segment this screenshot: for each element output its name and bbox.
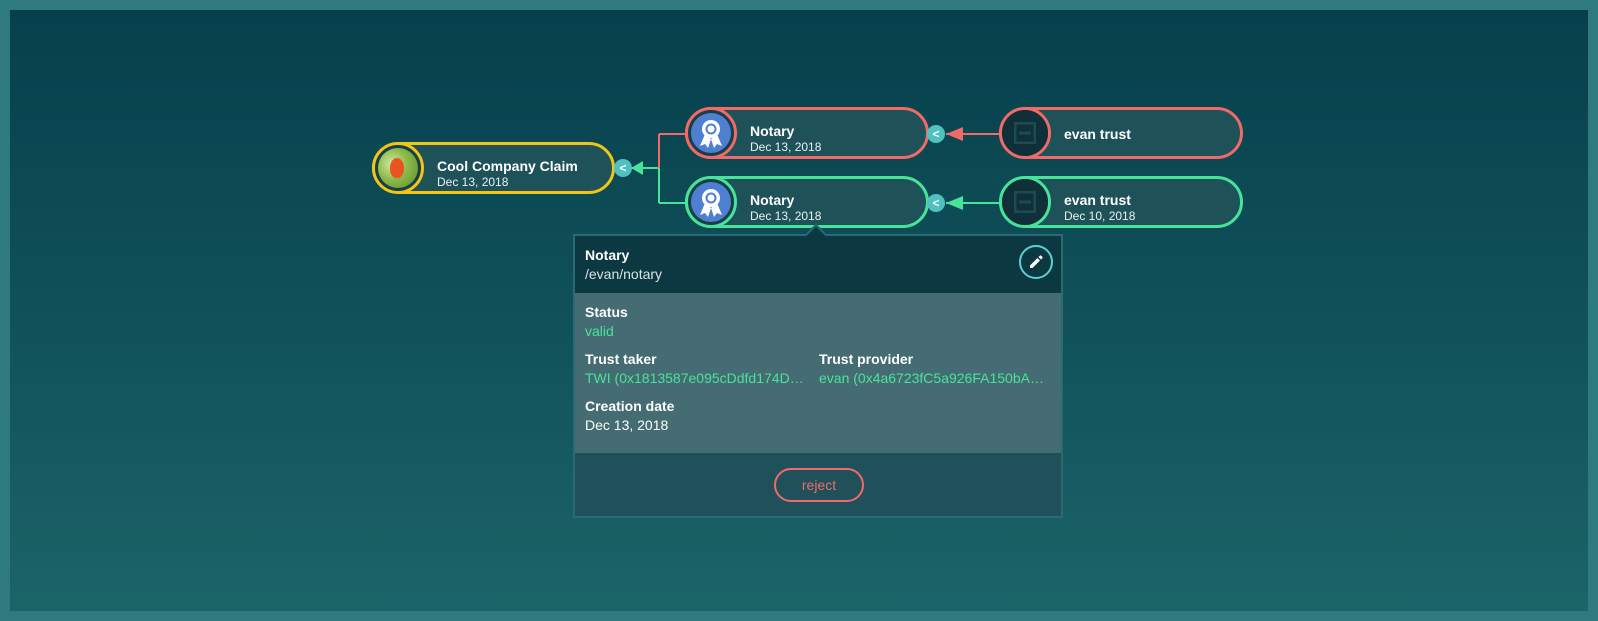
- collapse-button-root[interactable]: <: [614, 159, 632, 177]
- issuer-node-evan-trust-bottom[interactable]: evan trust Dec 10, 2018: [999, 176, 1243, 228]
- creation-date-label: Creation date: [585, 398, 675, 414]
- edit-button[interactable]: [1019, 245, 1053, 279]
- evan-logo-icon: [1014, 191, 1036, 213]
- node-title: evan trust: [1064, 126, 1131, 142]
- popup-header: Notary /evan/notary: [575, 236, 1061, 293]
- node-date: Dec 13, 2018: [750, 140, 822, 154]
- creation-date-value: Dec 13, 2018: [585, 417, 669, 433]
- bird-icon: [378, 148, 418, 188]
- collapse-button-notary-top[interactable]: <: [927, 125, 945, 143]
- reject-button[interactable]: reject: [774, 468, 864, 502]
- pencil-icon: [1030, 255, 1043, 268]
- node-title: Notary: [750, 123, 795, 139]
- trust-taker-label: Trust taker: [585, 351, 657, 367]
- claim-node-cool-company[interactable]: Cool Company Claim Dec 13, 2018: [372, 142, 615, 194]
- node-date: Dec 13, 2018: [750, 209, 822, 223]
- node-date: Dec 10, 2018: [1064, 209, 1136, 223]
- evan-logo-icon: [1014, 122, 1036, 144]
- notary-avatar: [685, 176, 737, 228]
- popup-body: Status valid Trust taker TWI (0x1813587e…: [575, 293, 1061, 453]
- node-title: Cool Company Claim: [437, 158, 578, 174]
- issuer-avatar: [999, 107, 1051, 159]
- popup-title: Notary: [585, 247, 630, 263]
- notary-avatar: [685, 107, 737, 159]
- trust-taker-value: TWI (0x1813587e095cDdfd174Dd…: [585, 370, 811, 386]
- status-value: valid: [585, 323, 614, 339]
- trust-provider-value: evan (0x4a6723fC5a926FA150bAe…: [819, 370, 1049, 386]
- claim-node-notary-top[interactable]: Notary Dec 13, 2018: [685, 107, 929, 159]
- popup-path: /evan/notary: [585, 266, 663, 282]
- status-label: Status: [585, 304, 628, 320]
- claim-detail-popup: Notary /evan/notary Status valid Trust t…: [573, 223, 1063, 518]
- node-title: Notary: [750, 192, 795, 208]
- issuer-avatar: [999, 176, 1051, 228]
- issuer-node-evan-trust-top[interactable]: evan trust: [999, 107, 1243, 159]
- collapse-button-notary-bottom[interactable]: <: [927, 194, 945, 212]
- award-ribbon-icon: [700, 120, 722, 148]
- award-ribbon-icon: [700, 189, 722, 217]
- node-title: evan trust: [1064, 192, 1131, 208]
- claim-avatar: [372, 142, 424, 194]
- claim-node-notary-bottom[interactable]: Notary Dec 13, 2018: [685, 176, 929, 228]
- popup-footer: reject: [575, 453, 1061, 516]
- trust-provider-label: Trust provider: [819, 351, 914, 367]
- trust-graph-canvas: Cool Company Claim Dec 13, 2018 < Notary…: [10, 10, 1588, 611]
- node-date: Dec 13, 2018: [437, 175, 509, 189]
